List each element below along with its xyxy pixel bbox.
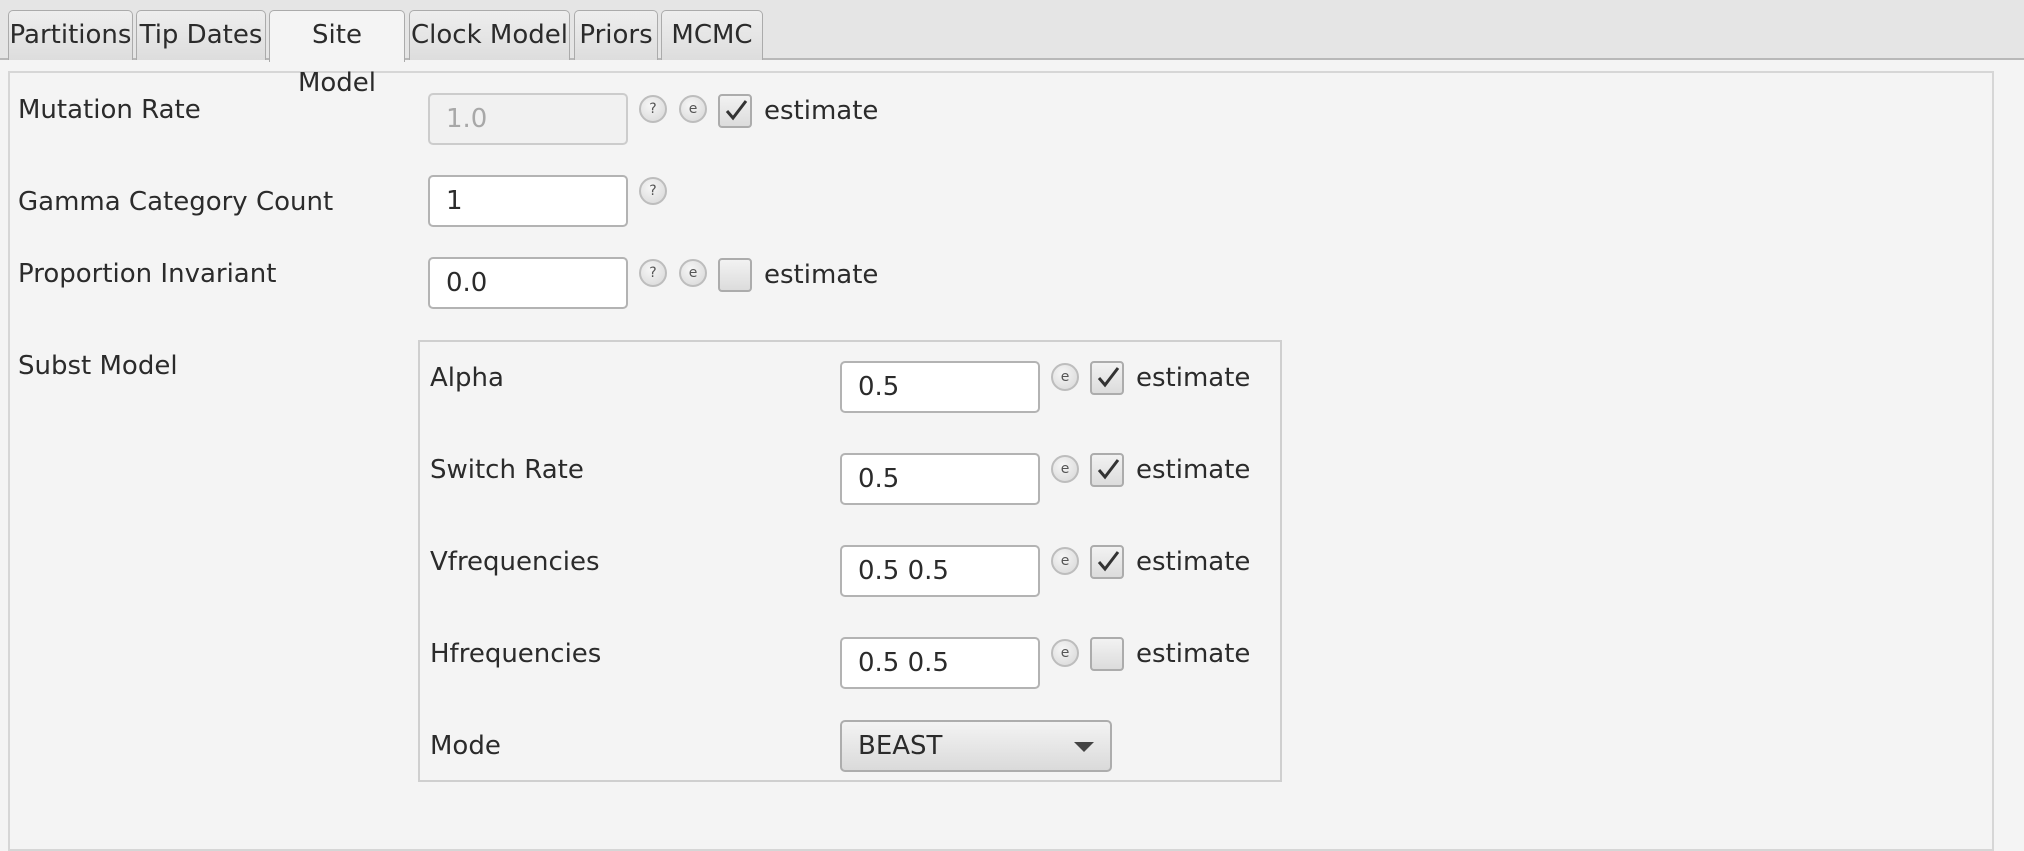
tab-clock-model[interactable]: Clock Model [409,10,570,60]
mutation-rate-input[interactable] [428,93,628,145]
tab-priors[interactable]: Priors [574,10,658,60]
edit-icon[interactable]: e [1051,455,1079,483]
edit-icon[interactable]: e [1051,547,1079,575]
mutation-rate-estimate-label: estimate [764,96,879,126]
vfrequencies-estimate-checkbox[interactable] [1090,545,1124,579]
gamma-category-count-input[interactable] [428,175,628,227]
switch-rate-estimate-checkbox[interactable] [1090,453,1124,487]
tab-mcmc[interactable]: MCMC [661,10,763,60]
subst-model-label: Subst Model [18,351,178,381]
checkmark-icon [1097,459,1120,480]
edit-icon[interactable]: e [1051,363,1079,391]
vfrequencies-label: Vfrequencies [430,547,600,577]
hfrequencies-estimate-label: estimate [1136,639,1251,669]
mutation-rate-estimate-checkbox[interactable] [718,94,752,128]
edit-icon[interactable]: e [679,95,707,123]
switch-rate-input[interactable] [840,453,1040,505]
proportion-invariant-estimate-label: estimate [764,260,879,290]
help-icon[interactable]: ? [639,95,667,123]
mode-dropdown-value: BEAST [858,731,943,761]
vfrequencies-estimate-label: estimate [1136,547,1251,577]
mutation-rate-label: Mutation Rate [18,95,201,125]
checkmark-icon [1097,367,1120,388]
edit-icon[interactable]: e [679,259,707,287]
tab-tip-dates[interactable]: Tip Dates [136,10,266,60]
proportion-invariant-input[interactable] [428,257,628,309]
hfrequencies-label: Hfrequencies [430,639,602,669]
proportion-invariant-label: Proportion Invariant [18,259,277,289]
edit-icon[interactable]: e [1051,639,1079,667]
mode-dropdown[interactable]: BEAST [840,720,1112,772]
hfrequencies-estimate-checkbox[interactable] [1090,637,1124,671]
tab-partitions[interactable]: Partitions [8,10,133,60]
vfrequencies-input[interactable] [840,545,1040,597]
mode-label: Mode [430,731,501,761]
checkmark-icon [1097,551,1120,572]
alpha-estimate-checkbox[interactable] [1090,361,1124,395]
help-icon[interactable]: ? [639,259,667,287]
hfrequencies-input[interactable] [840,637,1040,689]
alpha-label: Alpha [430,363,504,393]
checkmark-icon [725,100,748,121]
help-icon[interactable]: ? [639,177,667,205]
tab-site-model[interactable]: Site Model [269,10,405,98]
alpha-estimate-label: estimate [1136,363,1251,393]
tab-bar: Partitions Tip Dates Site Model Clock Mo… [0,0,2024,98]
switch-rate-estimate-label: estimate [1136,455,1251,485]
gamma-category-count-label: Gamma Category Count [18,187,334,217]
alpha-input[interactable] [840,361,1040,413]
proportion-invariant-estimate-checkbox[interactable] [718,258,752,292]
switch-rate-label: Switch Rate [430,455,584,485]
chevron-down-icon [1074,742,1094,752]
